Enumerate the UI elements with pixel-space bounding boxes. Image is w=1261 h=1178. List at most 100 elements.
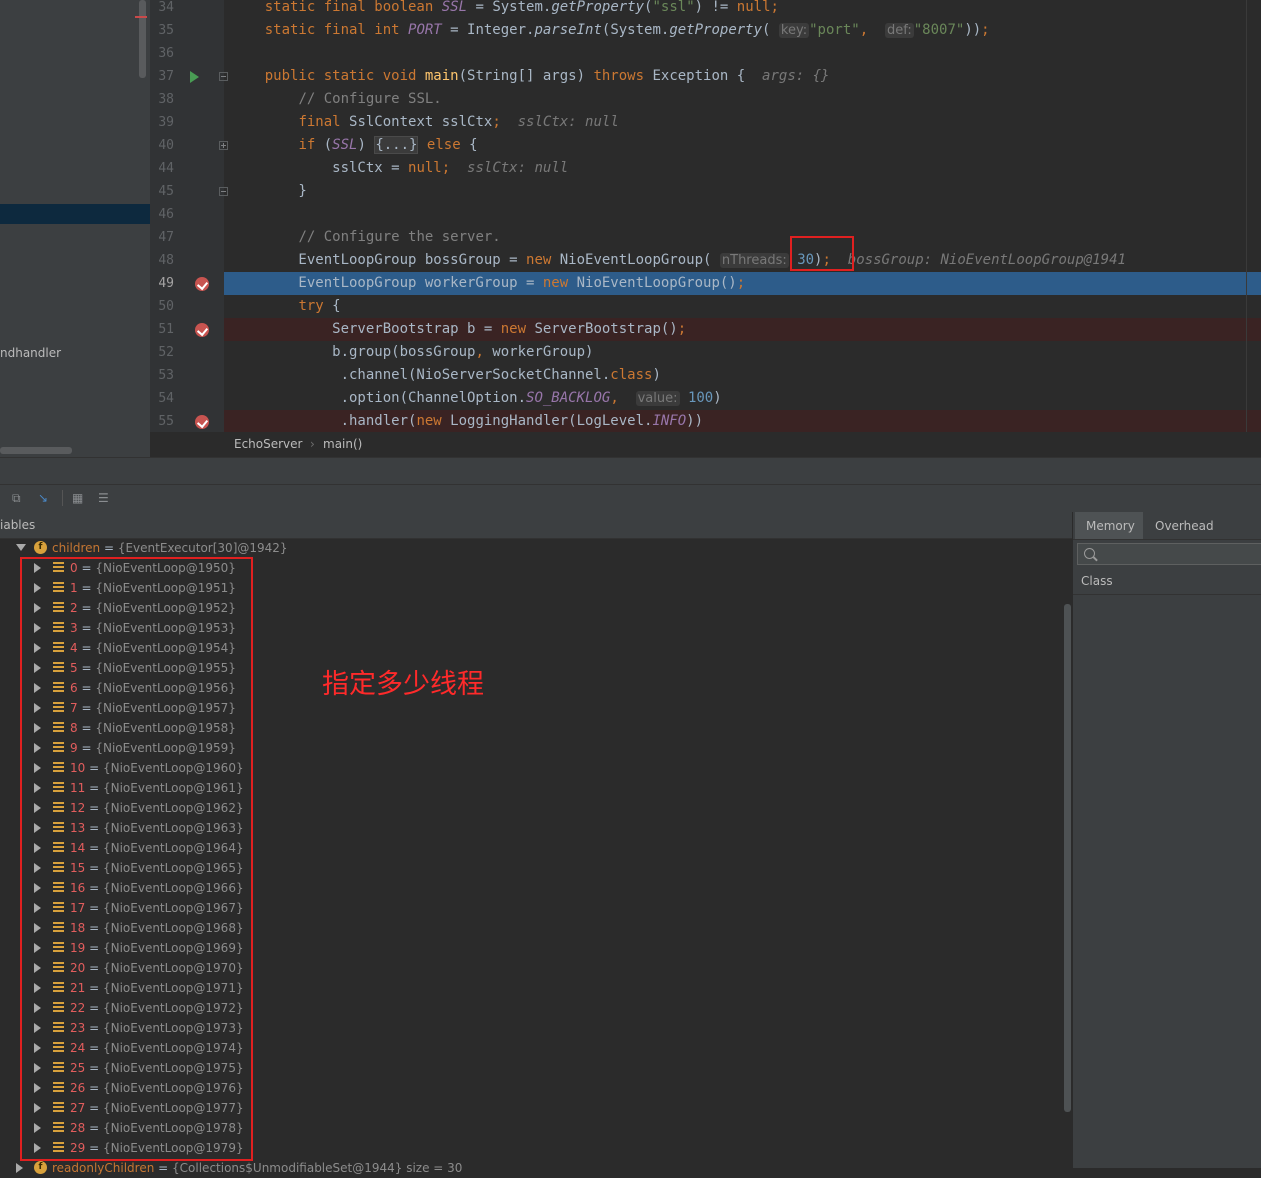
memory-search-field[interactable]: [1077, 543, 1261, 565]
code-line[interactable]: try {: [224, 295, 1261, 318]
code-token: else: [426, 137, 461, 153]
line-number: 39: [158, 115, 174, 130]
code-token: SSL: [441, 0, 468, 15]
expand-arrow-icon[interactable]: [16, 1163, 23, 1173]
search-icon: [1084, 548, 1095, 559]
code-line[interactable]: .handler(new LoggingHandler(LogLevel.INF…: [224, 410, 1261, 433]
code-line[interactable]: .channel(NioServerSocketChannel.class): [224, 364, 1261, 387]
code-token: b.group(bossGroup: [231, 344, 476, 360]
code-line[interactable]: sslCtx = null; sslCtx: null: [224, 157, 1261, 180]
line-number: 45: [158, 184, 174, 199]
code-token: ): [357, 137, 375, 153]
code-token: ;: [736, 275, 746, 291]
code-token: ServerBootstrap(): [534, 321, 678, 337]
breadcrumb-class[interactable]: EchoServer: [234, 437, 302, 451]
code-token: ): [713, 390, 722, 406]
variable-row-readonly-children[interactable]: f readonlyChildren = {Collections$Unmodi…: [0, 1158, 600, 1178]
code-token: public static void: [264, 68, 425, 84]
code-token: ,: [610, 390, 628, 406]
breadcrumb-method[interactable]: main(): [323, 437, 362, 451]
code-line[interactable]: static final int PORT = Integer.parseInt…: [224, 19, 1261, 42]
step-icon[interactable]: ↘: [38, 491, 48, 505]
code-line[interactable]: final SslContext sslCtx; sslCtx: null: [224, 111, 1261, 134]
code-token: (System.: [601, 22, 670, 38]
project-tree-vertical-scrollbar[interactable]: [139, 0, 146, 78]
line-number: 55: [158, 414, 174, 429]
variable-name: readonlyChildren: [52, 1161, 155, 1175]
code-token: sslCtx: null: [517, 114, 619, 130]
code-token: (: [323, 137, 333, 153]
tab-memory[interactable]: Memory: [1086, 519, 1135, 533]
code-line[interactable]: [224, 203, 1261, 226]
variable-value: {EventExecutor[30]@1942}: [117, 541, 288, 555]
fold-marker-icon[interactable]: [219, 72, 228, 81]
variable-value: {Collections$UnmodifiableSet@1944} size …: [172, 1161, 463, 1175]
line-number: 50: [158, 299, 174, 314]
project-tree-panel: ndhandler: [0, 0, 150, 457]
restore-layout-icon[interactable]: ⧉: [12, 491, 21, 506]
code-line[interactable]: ServerBootstrap b = new ServerBootstrap(…: [224, 318, 1261, 341]
debug-toolbar: ⧉ ↘ ▦ ☰: [0, 484, 1261, 512]
breakpoint-icon[interactable]: [195, 415, 209, 429]
code-token: try: [298, 298, 324, 314]
project-tree-selected-row[interactable]: [0, 204, 150, 224]
code-line[interactable]: }: [224, 180, 1261, 203]
breakpoint-icon[interactable]: [195, 277, 209, 291]
code-token: getProperty: [551, 0, 645, 15]
variable-row-children[interactable]: f children = {EventExecutor[30]@1942}: [0, 538, 400, 558]
code-token: // Configure SSL.: [298, 91, 442, 107]
code-token: 100: [687, 390, 714, 406]
line-number: 38: [158, 92, 174, 107]
line-number: 44: [158, 161, 174, 176]
code-token: ;: [441, 160, 451, 176]
line-number: 52: [158, 345, 174, 360]
code-token: ;: [492, 114, 501, 130]
code-line[interactable]: if (SSL) {...} else {: [224, 134, 1261, 157]
code-token: final: [298, 114, 350, 130]
code-token: parseInt: [534, 22, 602, 38]
project-tree-item-label[interactable]: ndhandler: [0, 346, 61, 360]
memory-class-column-header[interactable]: Class: [1073, 570, 1261, 595]
class-column-label: Class: [1081, 574, 1113, 588]
code-line[interactable]: .option(ChannelOption.SO_BACKLOG, value:…: [224, 387, 1261, 410]
code-token: throws: [593, 68, 645, 84]
collapse-arrow-icon[interactable]: [16, 544, 26, 551]
code-line[interactable]: b.group(bossGroup, workerGroup): [224, 341, 1261, 364]
code-token: new: [416, 413, 451, 429]
code-line[interactable]: // Configure the server.: [224, 226, 1261, 249]
run-gutter-icon[interactable]: [190, 71, 199, 83]
code-token: (: [762, 22, 779, 38]
fold-marker-icon[interactable]: [219, 187, 228, 196]
code-token: new: [500, 321, 535, 337]
code-line[interactable]: static final boolean SSL = System.getPro…: [224, 0, 1261, 19]
code-line[interactable]: public static void main(String[] args) t…: [224, 65, 1261, 88]
breakpoint-icon[interactable]: [195, 323, 209, 337]
code-line[interactable]: // Configure SSL.: [224, 88, 1261, 111]
code-line[interactable]: EventLoopGroup bossGroup = new NioEventL…: [224, 249, 1261, 272]
settings-icon[interactable]: ☰: [98, 491, 109, 505]
code-line[interactable]: [224, 42, 1261, 65]
code-token: .option(ChannelOption.: [231, 390, 527, 406]
code-token: sslCtx: null: [467, 160, 569, 176]
code-token: static final boolean: [264, 0, 442, 15]
code-token: {: [323, 298, 341, 314]
table-icon[interactable]: ▦: [72, 491, 83, 505]
code-token: ,: [859, 22, 877, 38]
fold-expand-icon[interactable]: [219, 141, 228, 150]
tab-overhead[interactable]: Overhead: [1155, 519, 1214, 533]
code-token: Exception {: [644, 68, 763, 84]
code-token: "port": [809, 22, 860, 38]
line-number: 37: [158, 69, 174, 84]
code-token: key:: [778, 23, 810, 38]
code-token: SO_BACKLOG: [526, 390, 611, 406]
field-icon: f: [34, 541, 47, 554]
code-token: ;: [770, 0, 779, 15]
project-tree-horizontal-scrollbar[interactable]: [0, 447, 72, 454]
variables-scrollbar[interactable]: [1064, 604, 1071, 1112]
code-token: }: [231, 183, 307, 199]
code-token: value:: [635, 391, 680, 406]
code-line[interactable]: EventLoopGroup workerGroup = new NioEven…: [224, 272, 1261, 295]
memory-search-input[interactable]: [1100, 546, 1259, 564]
